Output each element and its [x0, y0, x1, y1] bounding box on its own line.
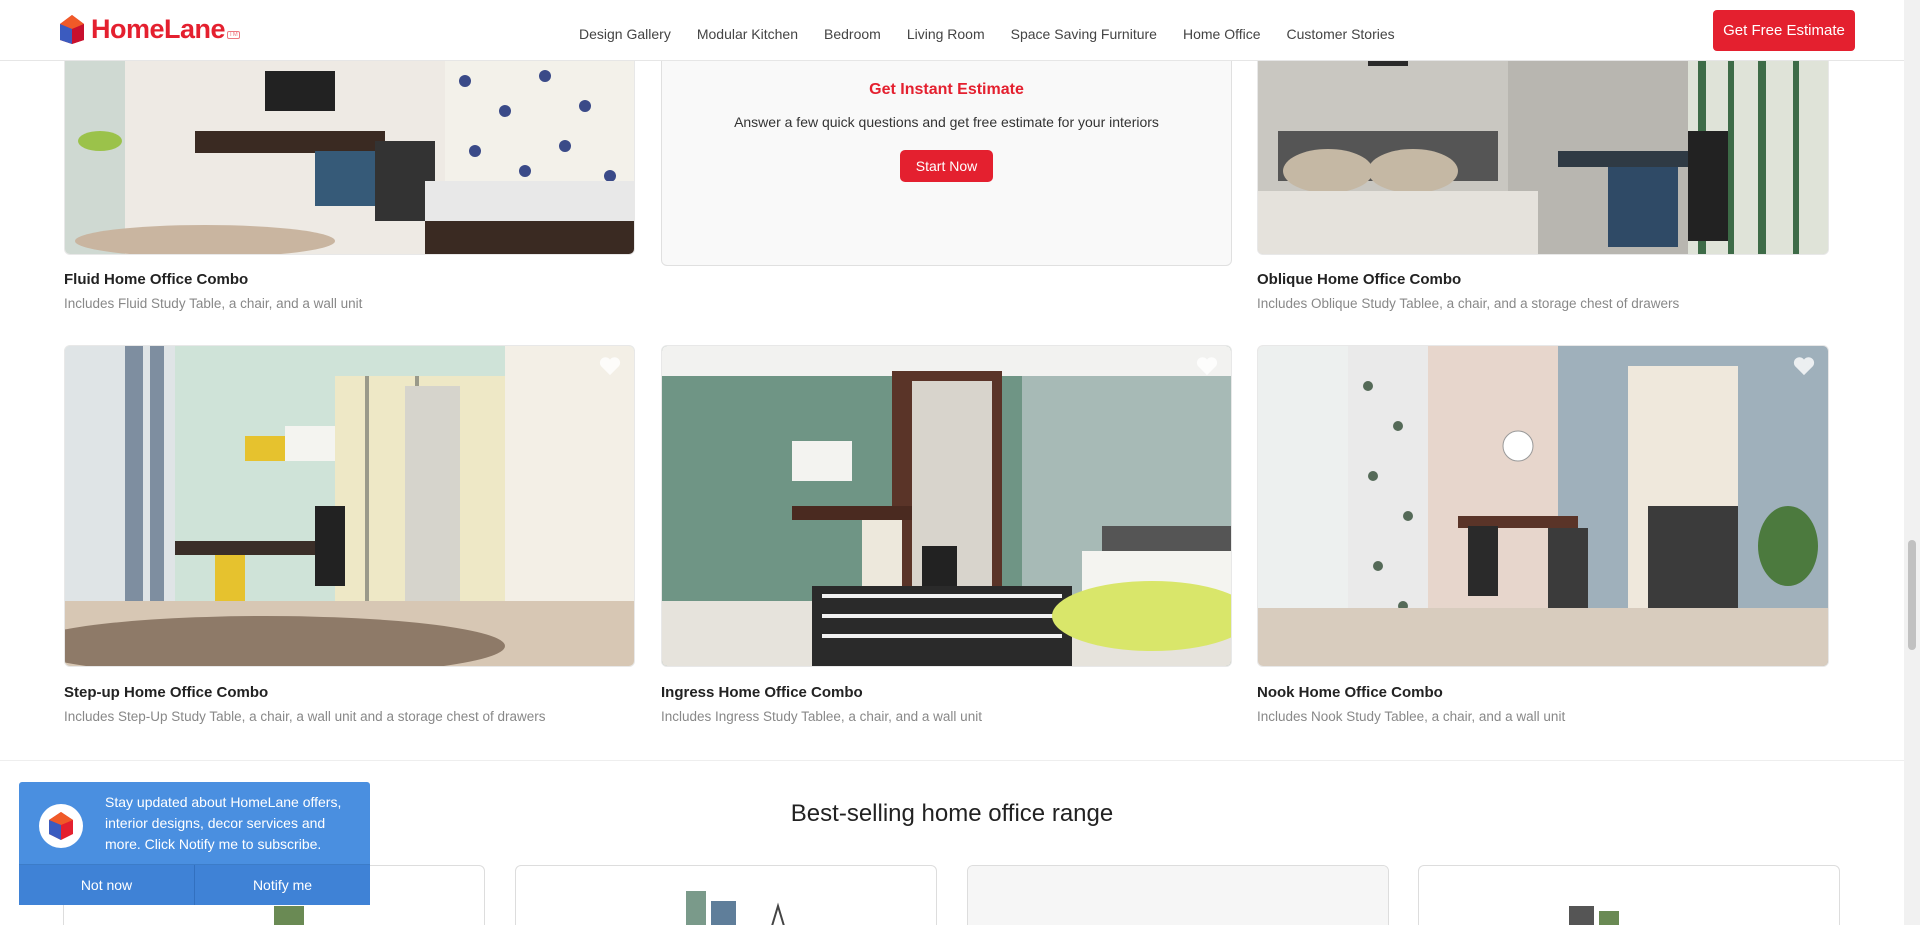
estimate-subtitle: Answer a few quick questions and get fre…	[734, 114, 1159, 130]
nav-living-room[interactable]: Living Room	[907, 26, 985, 42]
ingress-combo-image[interactable]	[661, 345, 1232, 667]
product-description: Includes Step-Up Study Table, a chair, a…	[64, 709, 546, 724]
bestseller-card[interactable]	[515, 865, 937, 925]
wishlist-heart-icon[interactable]	[1793, 356, 1815, 376]
notification-actions: Not now Notify me	[19, 864, 370, 905]
product-description: Includes Nook Study Tablee, a chair, and…	[1257, 709, 1566, 724]
product-description: Includes Ingress Study Tablee, a chair, …	[661, 709, 982, 724]
notification-text: Stay updated about HomeLane offers, inte…	[105, 794, 342, 852]
nav-bedroom[interactable]: Bedroom	[824, 26, 881, 42]
oblique-combo-image[interactable]	[1257, 50, 1829, 255]
nav-space-saving-furniture[interactable]: Space Saving Furniture	[1011, 26, 1157, 42]
nav-home-office[interactable]: Home Office	[1183, 26, 1261, 42]
logo-icon	[58, 13, 86, 45]
page-scrollbar[interactable]	[1904, 0, 1920, 925]
estimate-title: Get Instant Estimate	[869, 81, 1024, 98]
nook-combo-image[interactable]	[1257, 345, 1829, 667]
homelane-logo-icon	[39, 804, 83, 848]
wishlist-heart-icon[interactable]	[599, 356, 621, 376]
logo-tm: TM	[227, 31, 240, 39]
nav-customer-stories[interactable]: Customer Stories	[1287, 26, 1395, 42]
site-header: HomeLane TM Design Gallery Modular Kitch…	[0, 0, 1904, 61]
product-title[interactable]: Fluid Home Office Combo	[64, 271, 248, 288]
instant-estimate-card: Get Instant Estimate Answer a few quick …	[661, 55, 1232, 266]
product-title[interactable]: Ingress Home Office Combo	[661, 684, 863, 701]
product-title[interactable]: Step-up Home Office Combo	[64, 684, 268, 701]
notify-me-button[interactable]: Notify me	[194, 865, 370, 905]
step-up-combo-image[interactable]	[64, 345, 635, 667]
product-description: Includes Fluid Study Table, a chair, and…	[64, 296, 363, 311]
wishlist-heart-icon[interactable]	[1196, 356, 1218, 376]
homelane-logo[interactable]: HomeLane TM	[58, 13, 240, 45]
notification-prompt: Stay updated about HomeLane offers, inte…	[19, 782, 370, 905]
get-free-estimate-button[interactable]: Get Free Estimate	[1713, 10, 1855, 51]
start-now-button[interactable]: Start Now	[900, 150, 993, 182]
fluid-combo-image[interactable]	[64, 50, 635, 255]
logo-text: HomeLane	[91, 13, 226, 44]
scrollbar-thumb[interactable]	[1908, 540, 1916, 650]
bestseller-card[interactable]	[1418, 865, 1840, 925]
product-title[interactable]: Nook Home Office Combo	[1257, 684, 1443, 701]
main-nav: Design Gallery Modular Kitchen Bedroom L…	[579, 26, 1421, 42]
nav-design-gallery[interactable]: Design Gallery	[579, 26, 671, 42]
bestseller-card[interactable]	[967, 865, 1389, 925]
product-title[interactable]: Oblique Home Office Combo	[1257, 271, 1461, 288]
product-description: Includes Oblique Study Tablee, a chair, …	[1257, 296, 1680, 311]
nav-modular-kitchen[interactable]: Modular Kitchen	[697, 26, 798, 42]
not-now-button[interactable]: Not now	[19, 865, 194, 905]
section-divider	[0, 760, 1904, 761]
